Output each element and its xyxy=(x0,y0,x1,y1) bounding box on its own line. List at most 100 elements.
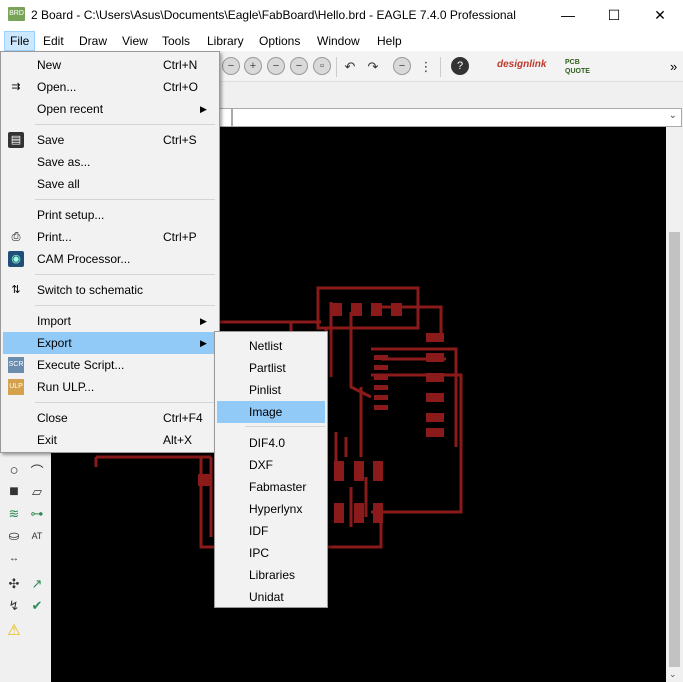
file-menu-save-as[interactable]: Save as... xyxy=(3,151,217,173)
menu-label: Fabmaster xyxy=(249,480,307,494)
smd-pad xyxy=(426,428,444,437)
file-menu-save[interactable]: ▤ Save Ctrl+S xyxy=(3,129,217,151)
vertical-scrollbar[interactable]: ⌄ xyxy=(666,127,683,682)
menu-label: Hyperlynx xyxy=(249,502,303,516)
polygon-tool-icon[interactable]: ▱ xyxy=(28,483,46,501)
toolbar-overflow[interactable]: » xyxy=(670,59,677,74)
dimension-tool-icon[interactable]: ↔ xyxy=(5,549,23,567)
menu-file[interactable]: File xyxy=(4,31,36,51)
smd-pad xyxy=(373,461,383,481)
menu-label: Exit xyxy=(37,433,58,447)
menu-label: Print setup... xyxy=(37,208,105,222)
zoom-redraw-icon[interactable]: − xyxy=(290,57,308,75)
autorouter-icon[interactable]: ↗ xyxy=(28,575,46,593)
export-netlist[interactable]: Netlist xyxy=(217,335,325,357)
close-button[interactable]: ✕ xyxy=(637,0,683,30)
redo-icon[interactable]: ↷ xyxy=(364,58,382,76)
export-libraries[interactable]: Libraries xyxy=(217,564,325,586)
file-menu-execute-script[interactable]: SCR Execute Script... xyxy=(3,354,217,376)
smd-pad xyxy=(426,353,444,362)
help-icon[interactable]: ? xyxy=(451,57,469,75)
smd-pad xyxy=(351,303,362,316)
smd-pad xyxy=(391,303,402,316)
export-idf[interactable]: IDF xyxy=(217,520,325,542)
ratsnest-icon[interactable]: ✣ xyxy=(5,575,23,593)
export-dif40[interactable]: DIF4.0 xyxy=(217,432,325,454)
command-line-input[interactable]: ⌄ xyxy=(232,108,682,127)
cam-processor-icon: ◉ xyxy=(8,251,24,267)
circle-tool-icon[interactable]: ○ xyxy=(5,461,23,479)
file-menu-print-setup[interactable]: Print setup... xyxy=(3,204,217,226)
undo-icon[interactable]: ↶ xyxy=(341,58,359,76)
menu-help[interactable]: Help xyxy=(372,31,407,51)
layer-combo[interactable] xyxy=(218,108,232,127)
hole-tool-icon[interactable]: ⛀ xyxy=(5,527,23,545)
export-fabmaster[interactable]: Fabmaster xyxy=(217,476,325,498)
smd-pad xyxy=(426,373,444,382)
menu-label: Pinlist xyxy=(249,383,282,397)
file-menu-new[interactable]: New Ctrl+N xyxy=(3,54,217,76)
ripup-icon[interactable]: ↯ xyxy=(5,597,23,615)
export-partlist[interactable]: Partlist xyxy=(217,357,325,379)
export-unidat[interactable]: Unidat xyxy=(217,586,325,608)
menu-separator xyxy=(35,305,215,306)
menu-shortcut: Alt+X xyxy=(163,433,193,447)
zoom-in-icon[interactable]: + xyxy=(244,57,262,75)
attribute-tool-icon[interactable]: AT xyxy=(28,527,46,545)
drc-icon[interactable]: ✔ xyxy=(28,597,46,615)
export-dxf[interactable]: DXF xyxy=(217,454,325,476)
zoom-select-icon[interactable]: ▫ xyxy=(313,57,331,75)
file-menu-cam-processor[interactable]: ◉ CAM Processor... xyxy=(3,248,217,270)
menu-tools[interactable]: Tools xyxy=(157,31,195,51)
arc-tool-icon[interactable]: ⌒ xyxy=(28,461,46,479)
menu-library[interactable]: Library xyxy=(202,31,249,51)
zoom-out-icon[interactable]: − xyxy=(267,57,285,75)
export-pinlist[interactable]: Pinlist xyxy=(217,379,325,401)
menu-view[interactable]: View xyxy=(117,31,153,51)
file-menu-run-ulp[interactable]: ULP Run ULP... xyxy=(3,376,217,398)
scroll-down-icon[interactable]: ⌄ xyxy=(669,669,677,680)
menu-draw[interactable]: Draw xyxy=(74,31,112,51)
file-menu-close[interactable]: Close Ctrl+F4 xyxy=(3,407,217,429)
chevron-down-icon: ⌄ xyxy=(668,110,677,121)
menu-separator xyxy=(245,426,325,427)
designlink-logo[interactable]: designlink xyxy=(497,59,546,70)
scrollbar-thumb[interactable] xyxy=(669,232,680,667)
maximize-button[interactable]: ☐ xyxy=(591,0,637,30)
zoom-fit-icon[interactable]: − xyxy=(222,57,240,75)
stop-icon[interactable]: − xyxy=(393,57,411,75)
signal-tool-icon[interactable]: ⊶ xyxy=(28,505,46,523)
switch-icon: ⇅ xyxy=(11,284,21,296)
menu-label: New xyxy=(37,58,62,72)
smd-pad xyxy=(334,461,344,481)
file-menu-export[interactable]: Export ▶ xyxy=(3,332,217,354)
open-icon: ⇉ xyxy=(11,81,21,93)
file-menu-switch-to-schematic[interactable]: ⇅ Switch to schematic xyxy=(3,279,217,301)
pcb-quote-logo[interactable]: PCB QUOTE xyxy=(565,58,603,76)
export-image[interactable]: Image xyxy=(217,401,325,423)
minimize-button[interactable]: — xyxy=(545,0,591,30)
file-menu-open-recent[interactable]: Open recent ▶ xyxy=(3,98,217,120)
menu-label: Netlist xyxy=(249,339,283,353)
export-hyperlynx[interactable]: Hyperlynx xyxy=(217,498,325,520)
menu-label: IDF xyxy=(249,524,269,538)
file-menu-print[interactable]: ⎙ Print... Ctrl+P xyxy=(3,226,217,248)
window-title: 2 Board - C:\Users\Asus\Documents\Eagle\… xyxy=(31,8,516,22)
go-icon[interactable]: ⋮ xyxy=(417,58,435,76)
menu-label: Close xyxy=(37,411,68,425)
menu-label: DXF xyxy=(249,458,273,472)
via-tool-icon[interactable]: ≋ xyxy=(5,505,23,523)
menu-edit[interactable]: Edit xyxy=(38,31,69,51)
file-menu-exit[interactable]: Exit Alt+X xyxy=(3,429,217,451)
ic-pad xyxy=(374,355,388,360)
file-menu-save-all[interactable]: Save all xyxy=(3,173,217,195)
menu-label: Execute Script... xyxy=(37,358,125,372)
file-menu-open[interactable]: ⇉ Open... Ctrl+O xyxy=(3,76,217,98)
file-menu-import[interactable]: Import ▶ xyxy=(3,310,217,332)
menu-options[interactable]: Options xyxy=(254,31,305,51)
menu-window[interactable]: Window xyxy=(312,31,365,51)
rectangle-tool-icon[interactable]: ■ xyxy=(5,483,23,501)
menu-label: Switch to schematic xyxy=(37,283,144,297)
export-ipc[interactable]: IPC xyxy=(217,542,325,564)
errors-warning-icon[interactable]: ⚠ xyxy=(5,621,23,639)
